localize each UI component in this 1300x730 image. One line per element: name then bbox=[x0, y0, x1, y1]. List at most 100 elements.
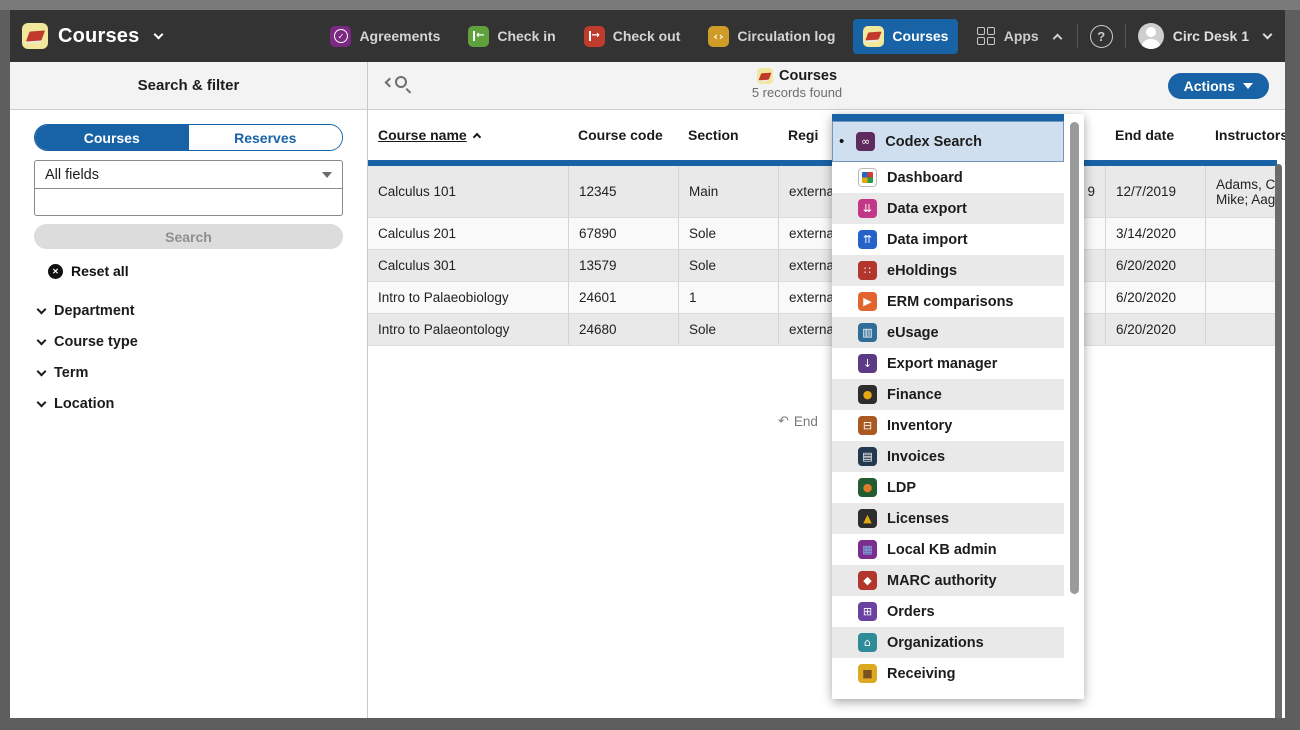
chevron-left-icon bbox=[385, 77, 395, 87]
table-row[interactable]: Calculus 10112345Mainexternal912/7/2019A… bbox=[368, 166, 1277, 218]
cell-end_date: 12/7/2019 bbox=[1105, 166, 1205, 217]
cell-course_code: 67890 bbox=[568, 218, 678, 249]
table-row[interactable]: Calculus 20167890Soleexternal3/14/2020 bbox=[368, 218, 1277, 250]
apps-menu-item-local-kb-admin[interactable]: ▦Local KB admin bbox=[832, 534, 1064, 565]
apps-menu-item-data-export[interactable]: ⇊Data export bbox=[832, 193, 1064, 224]
record-count: 5 records found bbox=[682, 85, 912, 100]
orders-icon: ⊞ bbox=[858, 602, 877, 621]
page-scrollbar-thumb[interactable] bbox=[1275, 164, 1282, 718]
chevron-down-icon bbox=[1243, 83, 1253, 89]
table-row[interactable]: Intro to Palaeobiology246011external6/20… bbox=[368, 282, 1277, 314]
tab-courses[interactable]: Courses bbox=[35, 125, 189, 150]
cell-course_code: 12345 bbox=[568, 166, 678, 217]
field-select-value: All fields bbox=[45, 167, 99, 183]
filter-section-term[interactable]: Term bbox=[34, 363, 343, 383]
cell-instructors bbox=[1205, 282, 1277, 313]
table-header-row: Course nameCourse codeSectionRegiEnd dat… bbox=[368, 110, 1277, 160]
column-header-course_name[interactable]: Course name bbox=[368, 127, 568, 144]
local-kb-admin-icon: ▦ bbox=[858, 540, 877, 559]
content-area: Search & filter CoursesReserves All fiel… bbox=[10, 62, 1285, 718]
apps-menu-item-codex-search[interactable]: •∞Codex Search bbox=[832, 121, 1064, 162]
nav-item-check-in[interactable]: ← Check in bbox=[458, 19, 565, 54]
courses-table: Course nameCourse codeSectionRegiEnd dat… bbox=[368, 110, 1277, 346]
close-circle-icon: ✕ bbox=[48, 264, 63, 279]
nav-item-label: Check in bbox=[497, 28, 555, 44]
apps-menu-item-marc-authority[interactable]: ◆ MARC authority bbox=[832, 565, 1064, 596]
apps-menu-item-dashboard[interactable]: Dashboard bbox=[832, 162, 1064, 193]
chevron-down-icon bbox=[37, 304, 47, 314]
column-header-course_code[interactable]: Course code bbox=[568, 127, 678, 144]
apps-menu-item-label: Inventory bbox=[887, 418, 952, 434]
nav-item-agreements[interactable]: ✓Agreements bbox=[320, 19, 450, 54]
apps-menu-item-label: Receiving bbox=[887, 666, 956, 682]
filter-section-department[interactable]: Department bbox=[34, 301, 343, 321]
book-icon bbox=[866, 32, 882, 41]
apps-menu-item-eholdings[interactable]: ∷eHoldings bbox=[832, 255, 1064, 286]
apps-menu-item-licenses[interactable]: ▲Licenses bbox=[832, 503, 1064, 534]
nav-item-courses[interactable]: Courses bbox=[853, 19, 958, 54]
end-of-list-icon: ↶ bbox=[778, 414, 789, 429]
divider bbox=[1125, 24, 1126, 48]
cell-end_date: 3/14/2020 bbox=[1105, 218, 1205, 249]
apps-menu-item-finance[interactable]: ●Finance bbox=[832, 379, 1064, 410]
cell-section: 1 bbox=[678, 282, 778, 313]
apps-menu-item-erm-comparisons[interactable]: ▶ERM comparisons bbox=[832, 286, 1064, 317]
erm-comparisons-icon: ▶ bbox=[858, 292, 877, 311]
navbar-items: ✓Agreements ← Check in →Check out‹›Circulat… bbox=[320, 19, 958, 54]
arrow-icon: → bbox=[589, 31, 600, 41]
field-select[interactable]: All fields bbox=[34, 160, 343, 189]
apps-menu-item-label: Invoices bbox=[887, 449, 945, 465]
chevron-up-icon bbox=[1052, 33, 1062, 43]
results-header: Courses 5 records found Actions bbox=[368, 62, 1285, 110]
apps-menu-scrollbar-thumb[interactable] bbox=[1070, 122, 1079, 594]
collapse-search-pane-button[interactable] bbox=[386, 76, 407, 88]
apps-menu-item-export-manager[interactable]: ↓Export manager bbox=[832, 348, 1064, 379]
check-out-icon: → bbox=[584, 26, 605, 47]
divider bbox=[1077, 24, 1078, 48]
column-header-end_date[interactable]: End date bbox=[1105, 127, 1205, 144]
apps-menu-scrollbar-track[interactable] bbox=[1064, 114, 1084, 699]
apps-menu-item-organizations[interactable]: ⌂Organizations bbox=[832, 627, 1064, 658]
apps-dropdown-button[interactable]: Apps bbox=[973, 21, 1065, 51]
actions-button[interactable]: Actions bbox=[1168, 73, 1269, 99]
apps-menu-item-orders[interactable]: ⊞Orders bbox=[832, 596, 1064, 627]
sort-ascending-icon bbox=[472, 132, 480, 140]
filter-section-course-type[interactable]: Course type bbox=[34, 332, 343, 352]
search-button[interactable]: Search bbox=[34, 224, 343, 249]
apps-menu-item-eusage[interactable]: ▥eUsage bbox=[832, 317, 1064, 348]
filter-section-location[interactable]: Location bbox=[34, 394, 343, 414]
nav-item-check-out[interactable]: →Check out bbox=[574, 19, 691, 54]
help-button[interactable]: ? bbox=[1090, 25, 1113, 48]
apps-menu-item-ldp[interactable]: ●LDP bbox=[832, 472, 1064, 503]
cell-course_name: Calculus 301 bbox=[368, 250, 568, 281]
nav-item-circulation-log[interactable]: ‹›Circulation log bbox=[698, 19, 845, 54]
table-row[interactable]: Calculus 30113579Soleexternal6/20/2020 bbox=[368, 250, 1277, 282]
search-input[interactable] bbox=[34, 189, 343, 216]
user-menu-button[interactable]: Circ Desk 1 bbox=[1138, 23, 1271, 49]
chevron-down-icon bbox=[1263, 30, 1273, 40]
cell-course_code: 24680 bbox=[568, 314, 678, 345]
table-row[interactable]: Intro to Palaeontology24680Soleexternal6… bbox=[368, 314, 1277, 346]
tab-reserves[interactable]: Reserves bbox=[189, 125, 343, 150]
agreements-icon: ✓ bbox=[330, 26, 351, 47]
apps-menu-item-receiving[interactable]: ■Receiving bbox=[832, 658, 1064, 689]
results-pane: Courses 5 records found Actions Course n… bbox=[368, 62, 1285, 718]
results-title: Courses bbox=[779, 68, 837, 84]
filter-list: Department Course type Term Location bbox=[34, 301, 343, 414]
end-of-list-marker: ↶ End bbox=[778, 414, 818, 429]
cell-instructors bbox=[1205, 314, 1277, 345]
chevron-down-icon bbox=[37, 366, 47, 376]
filter-section-label: Department bbox=[54, 303, 135, 319]
apps-menu-item-data-import[interactable]: ⇈Data import bbox=[832, 224, 1064, 255]
apps-menu-item-invoices[interactable]: ▤Invoices bbox=[832, 441, 1064, 472]
apps-menu-item-label: MARC authority bbox=[887, 573, 997, 589]
apps-menu-item-inventory[interactable]: ⊟Inventory bbox=[832, 410, 1064, 441]
apps-grid-icon bbox=[977, 27, 995, 45]
current-app-menu[interactable]: Courses bbox=[22, 23, 162, 49]
reset-all-button[interactable]: ✕ Reset all bbox=[34, 263, 343, 279]
marc-authority-icon: ◆ bbox=[858, 571, 877, 590]
column-header-section[interactable]: Section bbox=[678, 127, 778, 144]
chevron-down-icon bbox=[37, 397, 47, 407]
column-header-instructors[interactable]: Instructors bbox=[1205, 127, 1277, 144]
arrow-icon: ← bbox=[473, 31, 484, 41]
